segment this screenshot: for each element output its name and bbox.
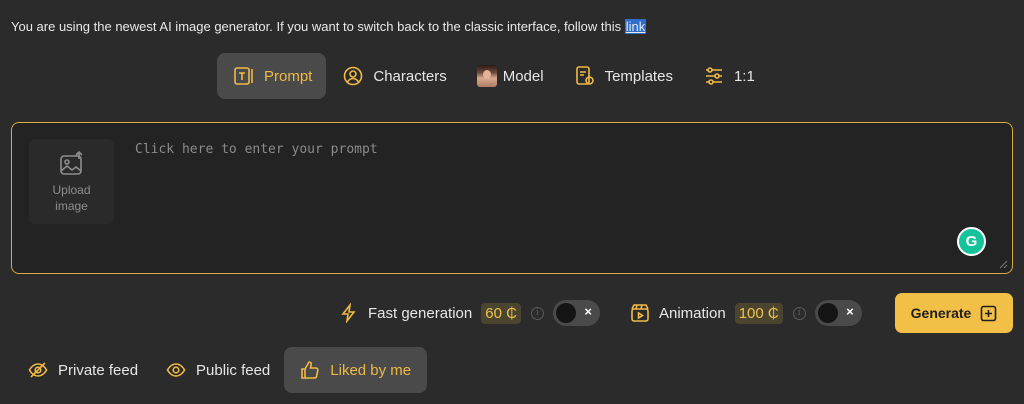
feed-tabs: Private feed Public feed Liked by me: [14, 347, 428, 393]
interface-notice: You are using the newest AI image genera…: [11, 19, 647, 34]
notice-text: You are using the newest AI image genera…: [11, 19, 625, 34]
tab-characters-label: Characters: [373, 67, 447, 85]
generate-button[interactable]: Generate: [895, 293, 1013, 333]
eye-slash-icon: [28, 362, 48, 378]
private-feed-label: Private feed: [58, 361, 139, 379]
animation-price: 100 ₵: [734, 302, 783, 324]
templates-icon: [575, 66, 594, 85]
info-icon[interactable]: i: [530, 306, 544, 320]
model-thumbnail: [476, 65, 497, 87]
thumbs-up-icon: [301, 361, 319, 379]
tab-prompt-label: Prompt: [264, 67, 313, 85]
fast-generation-toggle[interactable]: ×: [552, 300, 600, 326]
eye-icon: [166, 363, 186, 377]
close-icon: ×: [584, 304, 592, 319]
tab-public-feed[interactable]: Public feed: [152, 347, 284, 393]
tab-aspect-ratio[interactable]: 1:1: [687, 53, 769, 99]
liked-by-me-label: Liked by me: [330, 361, 412, 379]
toggle-knob: [555, 303, 576, 323]
close-icon: ×: [846, 304, 854, 319]
clapperboard-icon: [631, 304, 649, 322]
info-icon[interactable]: i: [792, 306, 806, 320]
tab-templates[interactable]: Templates: [558, 53, 687, 99]
tab-model-label: Model: [502, 67, 544, 85]
tab-private-feed[interactable]: Private feed: [14, 347, 152, 393]
animation-option: Animation 100 ₵ i ×: [630, 293, 862, 333]
generate-label: Generate: [910, 305, 972, 321]
animation-toggle[interactable]: ×: [814, 300, 862, 326]
sliders-icon: [705, 67, 722, 85]
prompt-icon: [234, 67, 253, 85]
tab-aspect-ratio-label: 1:1: [733, 67, 755, 85]
upload-image-label: Upload image: [52, 183, 91, 213]
plus-square-icon: [981, 305, 997, 321]
generation-options: Fast generation 60 ₵ i × Animation 100 ₵…: [0, 293, 1024, 333]
tab-characters[interactable]: Characters: [326, 53, 460, 99]
public-feed-label: Public feed: [196, 361, 271, 379]
prompt-box: Upload image G: [11, 122, 1013, 274]
fast-generation-label: Fast generation: [368, 304, 473, 322]
animation-label: Animation: [659, 304, 726, 322]
toggle-knob: [817, 303, 838, 323]
tab-model[interactable]: Model: [461, 53, 558, 99]
grammarly-icon[interactable]: G: [957, 227, 986, 256]
classic-interface-link[interactable]: link: [624, 19, 647, 34]
upload-image-button[interactable]: Upload image: [29, 139, 114, 224]
top-tabs: Prompt Characters Model Templates 1:1: [217, 53, 769, 99]
prompt-input[interactable]: [135, 139, 915, 159]
fast-generation-option: Fast generation 60 ₵ i ×: [339, 293, 600, 333]
tab-liked-by-me[interactable]: Liked by me: [284, 347, 428, 393]
tab-prompt[interactable]: Prompt: [217, 53, 327, 99]
characters-icon: [344, 66, 363, 86]
image-upload-icon: [59, 150, 83, 175]
tab-templates-label: Templates: [604, 67, 673, 85]
fast-generation-price: 60 ₵: [481, 302, 521, 324]
lightning-icon: [341, 303, 356, 323]
resize-grip-icon[interactable]: [998, 259, 1008, 269]
